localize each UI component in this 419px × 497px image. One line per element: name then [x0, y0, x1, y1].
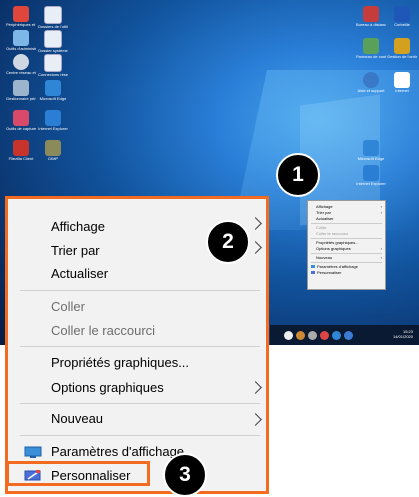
- desktop-icon[interactable]: Internet Explorer: [356, 165, 386, 186]
- app-icon[interactable]: [296, 330, 305, 340]
- admin-tools-icon: [13, 30, 29, 46]
- chevron-right-icon: [249, 217, 262, 230]
- menu-item-nouveau[interactable]: Nouveau: [51, 411, 103, 426]
- desktop-icon[interactable]: Internet: [387, 72, 417, 93]
- snipping-tool-icon: [13, 110, 29, 126]
- internet-explorer-icon: [363, 165, 379, 181]
- desktop-icon[interactable]: Corbeille: [387, 6, 417, 27]
- menu-item-options-graphiques[interactable]: Options graphiques: [51, 380, 164, 395]
- device-manager-icon: [13, 80, 29, 96]
- menu-separator: [20, 403, 260, 404]
- edge-icon: [45, 80, 61, 96]
- display-icon: [311, 265, 315, 269]
- mini-context-menu: Affichage › Trier par › Actualiser Coller …: [307, 200, 386, 290]
- menu-separator: [311, 238, 382, 239]
- system-tray-clock[interactable]: 15:23 14/01/2020: [393, 329, 413, 339]
- computer-management-icon: [394, 38, 410, 54]
- desktop-icon[interactable]: Filezilla Client: [6, 140, 36, 161]
- desktop-icon[interactable]: Connexions réseau: [38, 54, 68, 77]
- filezilla-icon: [13, 140, 29, 156]
- desktop-icon[interactable]: Outils d'administration: [6, 30, 36, 51]
- desktop-icon[interactable]: Gestion de l'ordinateur: [387, 38, 417, 59]
- folder-icon: [44, 6, 62, 24]
- mini-menu-item: Coller le raccourci: [316, 231, 349, 236]
- app-icon[interactable]: [320, 330, 329, 340]
- desktop-icon[interactable]: Outils de capture: [6, 110, 36, 131]
- desktop-icon[interactable]: Centre réseau et partage: [6, 54, 36, 75]
- menu-item-proprietes-graphiques[interactable]: Propriétés graphiques...: [51, 355, 189, 370]
- personnaliser-highlight-box: [6, 461, 150, 486]
- recycle-bin-icon: [394, 6, 410, 22]
- help-icon: [363, 72, 379, 88]
- desktop-icon[interactable]: Dossier système: [38, 30, 68, 53]
- internet-icon: [394, 72, 410, 88]
- control-panel-icon: [363, 38, 379, 54]
- mini-menu-item[interactable]: Personnaliser: [308, 270, 385, 276]
- menu-item-affichage[interactable]: Affichage: [51, 219, 105, 234]
- menu-item-parametres-affichage[interactable]: Paramètres d'affichage: [51, 444, 184, 459]
- app-icon[interactable]: [308, 330, 317, 340]
- chevron-right-icon: [249, 381, 262, 394]
- desktop-icon[interactable]: Aide et support: [356, 72, 386, 93]
- mini-menu-item[interactable]: Options graphiques ›: [308, 246, 385, 252]
- menu-separator: [20, 435, 260, 436]
- chevron-right-icon: [249, 413, 262, 426]
- desktop-icon[interactable]: Microsoft Edge: [38, 80, 68, 101]
- menu-item-coller: Coller: [51, 299, 85, 314]
- display-icon: [24, 446, 42, 459]
- desktop-icon[interactable]: Panneau de configuration: [356, 38, 386, 59]
- mini-menu-item[interactable]: Actualiser: [308, 216, 385, 222]
- edge-icon[interactable]: [332, 330, 341, 340]
- menu-item-trier-par[interactable]: Trier par: [51, 243, 100, 258]
- gimp-icon: [45, 140, 61, 156]
- callout-marker: 1: [276, 153, 320, 197]
- menu-separator: [311, 223, 382, 224]
- desktop-icon[interactable]: Périphériques et Impri...: [6, 6, 36, 27]
- menu-item-coller-raccourci: Coller le raccourci: [51, 323, 156, 338]
- menu-separator: [20, 290, 260, 291]
- desktop-icon[interactable]: Dossiers de l'utilisateur: [38, 6, 68, 29]
- desktop-icon[interactable]: Microsoft Edge: [356, 140, 386, 161]
- devices-icon: [13, 6, 29, 22]
- menu-separator: [311, 262, 382, 263]
- app-icon[interactable]: [344, 330, 353, 340]
- edge-icon: [363, 140, 379, 156]
- personalize-icon: [311, 271, 315, 275]
- internet-explorer-icon: [45, 110, 61, 126]
- desktop-icon[interactable]: Bureau à distance: [356, 6, 386, 27]
- callout-marker: 2: [206, 220, 250, 264]
- remote-desktop-icon: [363, 6, 379, 22]
- desktop-icon[interactable]: Internet Explorer: [38, 110, 68, 131]
- desktop-icon[interactable]: GIMP: [38, 140, 68, 161]
- mini-menu-item[interactable]: Nouveau ›: [308, 255, 385, 261]
- menu-separator: [311, 253, 382, 254]
- menu-item-actualiser[interactable]: Actualiser: [51, 266, 108, 281]
- desktop-icon[interactable]: Gestionnaire périphériques: [6, 80, 36, 101]
- callout-marker: 3: [163, 453, 207, 497]
- settings-icon[interactable]: [284, 330, 293, 340]
- menu-separator: [20, 346, 260, 347]
- chevron-right-icon: [249, 241, 262, 254]
- network-connections-icon: [44, 54, 62, 72]
- folder-icon: [44, 30, 62, 48]
- network-icon: [13, 54, 29, 70]
- taskbar: 15:23 14/01/2020: [270, 325, 419, 345]
